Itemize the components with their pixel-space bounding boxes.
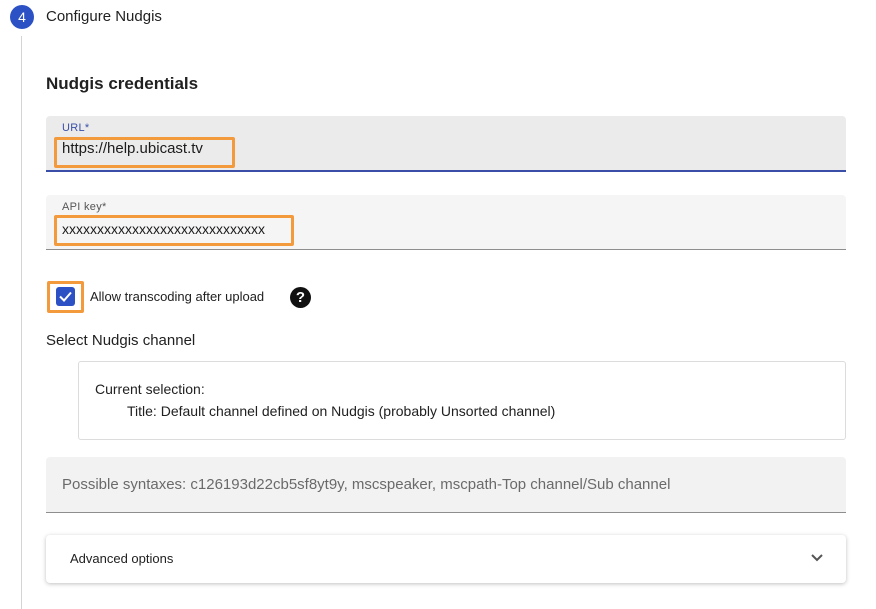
current-selection-box: Current selection: Title: Default channe… (78, 361, 846, 440)
checkbox-highlight (47, 281, 84, 313)
advanced-options-panel[interactable]: Advanced options (46, 535, 846, 583)
configure-nudgis-page: 4 Configure Nudgis Nudgis credentials UR… (0, 0, 876, 609)
help-icon[interactable]: ? (290, 287, 311, 308)
current-selection-heading: Current selection: (95, 381, 205, 397)
transcoding-label: Allow transcoding after upload (90, 289, 265, 304)
advanced-options-label: Advanced options (70, 551, 174, 566)
url-highlight (54, 137, 235, 168)
channel-search-input[interactable]: Possible syntaxes: c126193d22cb5sf8yt9y,… (46, 457, 846, 513)
step-connector-line (21, 36, 22, 609)
current-selection-value: Title: Default channel defined on Nudgis… (127, 403, 556, 419)
chevron-down-icon[interactable] (810, 553, 824, 563)
section-title: Nudgis credentials (46, 74, 199, 93)
step-title[interactable]: Configure Nudgis (46, 8, 162, 25)
api-key-field-label: API key* (62, 201, 107, 213)
step-number-badge: 4 (10, 5, 34, 29)
url-field-label: URL* (62, 122, 90, 134)
channel-heading: Select Nudgis channel (46, 332, 196, 349)
api-key-highlight (54, 215, 294, 246)
channel-search-placeholder: Possible syntaxes: c126193d22cb5sf8yt9y,… (62, 476, 671, 493)
